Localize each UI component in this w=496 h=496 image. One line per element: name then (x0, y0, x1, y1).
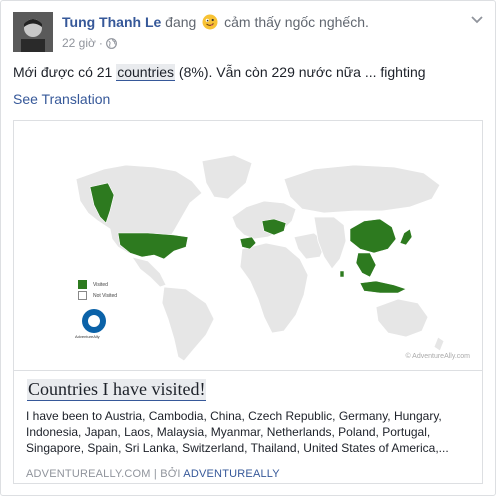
post-text-highlight[interactable]: countries (116, 64, 176, 81)
legend-item-visited: Visited (78, 279, 117, 290)
adventureally-logo-icon (82, 309, 106, 333)
link-source-domain[interactable]: ADVENTUREALLY.COM (26, 468, 151, 480)
legend-label-visited: Visited (93, 281, 108, 288)
silly-face-emoji-icon (202, 14, 218, 30)
link-source: ADVENTUREALLY.COM | BỞI ADVENTUREALLY (26, 468, 280, 480)
see-translation-link[interactable]: See Translation (13, 91, 110, 107)
legend-swatch-not-visited (78, 291, 87, 300)
link-source-author[interactable]: ADVENTUREALLY (183, 468, 280, 480)
legend-item-not-visited: Not Visited (78, 290, 117, 301)
post-text-before: Mới được có 21 (13, 64, 117, 80)
activity-verb: đang (165, 14, 197, 30)
map-credit: © AdventureAlly.com (405, 353, 470, 360)
post-message: Mới được có 21 countries (8%). Vẫn còn 2… (13, 63, 426, 81)
post-header: Tung Thanh Le đang cảm thấy ngốc nghếch. (62, 14, 369, 30)
link-preview-text[interactable]: Countries I have visited! I have been to… (14, 370, 482, 484)
link-source-separator: | (150, 468, 161, 480)
avatar[interactable] (13, 12, 53, 52)
link-attachment[interactable]: Visited Not Visited AdventureAlly © Adve… (13, 120, 483, 484)
feeling-text[interactable]: cảm thấy ngốc nghếch. (224, 14, 369, 30)
map-legend: Visited Not Visited (78, 279, 117, 301)
post-timestamp[interactable]: 22 giờ (62, 36, 96, 50)
feed-post: Tung Thanh Le đang cảm thấy ngốc nghếch.… (0, 0, 496, 496)
logo-text: AdventureAlly (75, 334, 100, 339)
globe-icon[interactable] (105, 38, 117, 49)
post-meta: 22 giờ · (62, 36, 117, 50)
link-source-by-label: BỞI (160, 468, 184, 480)
link-title[interactable]: Countries I have visited! (27, 379, 207, 401)
world-map-image[interactable]: Visited Not Visited AdventureAlly © Adve… (14, 121, 482, 369)
chevron-down-icon[interactable] (470, 14, 484, 24)
meta-separator: · (98, 36, 103, 50)
author-name[interactable]: Tung Thanh Le (62, 14, 161, 30)
world-map (75, 154, 445, 362)
post-text-after: (8%). Vẫn còn 229 nước nữa ... fighting (175, 64, 426, 80)
legend-label-not-visited: Not Visited (93, 292, 118, 299)
legend-swatch-visited (78, 280, 87, 289)
link-description: I have been to Austria, Cambodia, China,… (26, 409, 449, 455)
